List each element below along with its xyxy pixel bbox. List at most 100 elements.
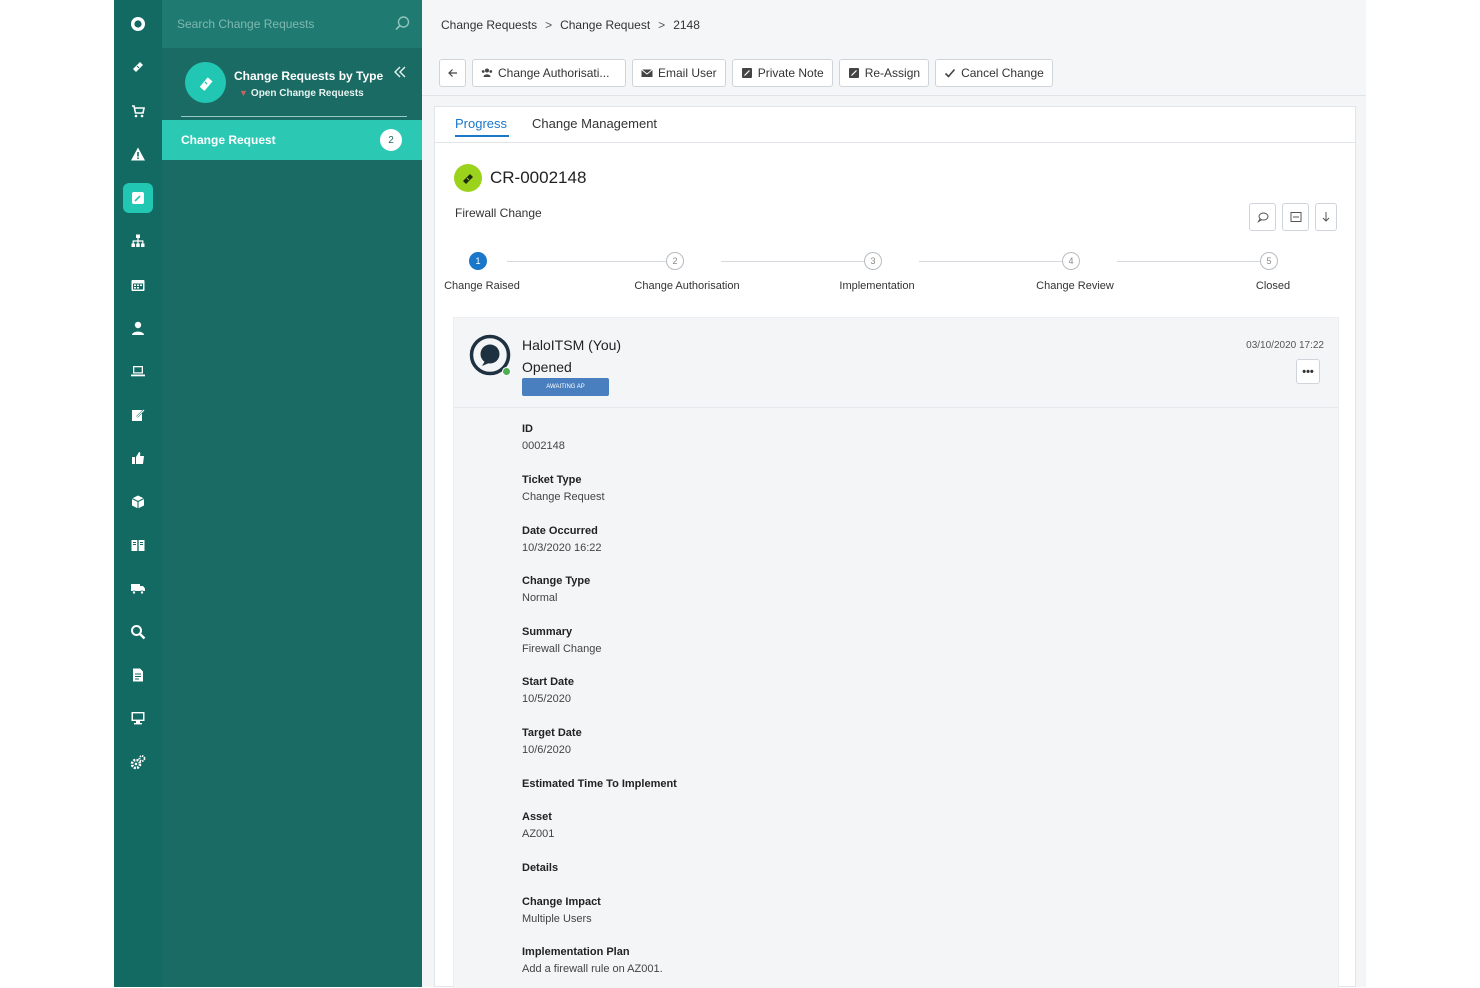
step-2-label: Change Authorisation — [634, 280, 740, 292]
step-connector — [919, 261, 1075, 262]
breadcrumb: Change Requests > Change Request >2148 — [441, 18, 700, 32]
change-request-icon[interactable] — [123, 183, 153, 213]
action-card: HaloITSM (You) Opened AWAITING AP 03/10/… — [453, 317, 1339, 988]
field-value: 0002148 — [522, 440, 565, 452]
change-authorisation-button[interactable]: Change Authorisati... — [472, 59, 626, 87]
step-5-label: Closed — [1255, 280, 1291, 292]
reassign-button[interactable]: Re-Assign — [838, 59, 930, 87]
monitor-icon[interactable] — [123, 703, 153, 733]
field-value: AZ001 — [522, 828, 555, 840]
field-label: Ticket Type — [522, 474, 582, 486]
ticket-panel: Progress Change Management CR-0002148 Fi… — [434, 106, 1356, 988]
private-note-label: Private Note — [757, 66, 824, 80]
email-user-button[interactable]: Email User — [632, 59, 726, 87]
sidebar-item-change-request[interactable]: Change Request 2 — [162, 120, 422, 160]
icon-rail — [114, 0, 162, 987]
thumbs-up-icon[interactable] — [123, 443, 153, 473]
comment-button[interactable] — [1249, 203, 1276, 231]
field-value: Change Request — [522, 491, 605, 503]
step-connector — [721, 261, 877, 262]
cancel-change-button[interactable]: Cancel Change — [935, 59, 1053, 87]
field-label: Implementation Plan — [522, 946, 630, 958]
private-note-button[interactable]: Private Note — [731, 59, 833, 87]
field-value: 10/5/2020 — [522, 693, 571, 705]
back-button[interactable] — [439, 59, 466, 87]
collapse-button[interactable] — [1282, 203, 1309, 231]
step-connector — [507, 261, 675, 262]
action-header: HaloITSM (You) Opened AWAITING AP 03/10/… — [454, 318, 1338, 408]
settings-icon[interactable] — [123, 747, 153, 777]
ticket-icon[interactable] — [123, 52, 153, 82]
change-authorisation-label: Change Authorisati... — [498, 66, 610, 80]
cart-icon[interactable] — [123, 96, 153, 126]
cancel-change-label: Cancel Change — [961, 66, 1044, 80]
warning-icon[interactable] — [123, 139, 153, 169]
field-start-date: Start Date 10/5/2020 — [522, 676, 574, 705]
action-type: Opened — [522, 359, 572, 375]
arrow-left-icon — [447, 69, 457, 77]
step-1-circle[interactable]: 1 — [469, 252, 487, 270]
more-options-button[interactable]: ••• — [1296, 359, 1320, 384]
breadcrumb-item-current: 2148 — [673, 18, 700, 32]
edit-icon[interactable] — [123, 400, 153, 430]
field-change-impact: Change Impact Multiple Users — [522, 896, 601, 925]
package-icon[interactable] — [123, 487, 153, 517]
field-value: Firewall Change — [522, 643, 602, 655]
step-5-circle[interactable]: 5 — [1260, 252, 1278, 270]
step-3-circle[interactable]: 3 — [864, 252, 882, 270]
collapse-icon — [1290, 212, 1301, 222]
truck-icon[interactable] — [123, 573, 153, 603]
step-2-circle[interactable]: 2 — [666, 252, 684, 270]
filter-icon: ▼ — [239, 88, 248, 98]
halo-logo-icon[interactable] — [123, 9, 153, 39]
arrow-down-icon — [1322, 212, 1330, 222]
step-4-label: Change Review — [1036, 280, 1114, 292]
filter-subtitle: ▼ Open Change Requests — [239, 88, 364, 99]
step-1-label: Change Raised — [444, 280, 520, 292]
step-4-circle[interactable]: 4 — [1062, 252, 1080, 270]
laptop-icon[interactable] — [123, 356, 153, 386]
filter-subtitle-text: Open Change Requests — [250, 88, 364, 99]
breadcrumb-separator: > — [658, 18, 666, 32]
field-label: Estimated Time To Implement — [522, 778, 677, 790]
field-label: Summary — [522, 626, 573, 638]
note-icon — [741, 68, 752, 78]
action-timestamp: 03/10/2020 17:22 — [1246, 340, 1324, 351]
speech-bubble-icon — [1256, 212, 1268, 223]
breadcrumb-item-change-request[interactable]: Change Request — [560, 18, 650, 32]
search-icon[interactable] — [394, 15, 411, 32]
status-badge: AWAITING AP — [522, 378, 609, 396]
search-input[interactable]: Search Change Requests — [177, 17, 314, 31]
field-estimated-time: Estimated Time To Implement — [522, 778, 677, 790]
field-label: Target Date — [522, 727, 582, 739]
calendar-icon[interactable] — [123, 270, 153, 300]
users-icon — [481, 68, 493, 77]
field-label: Change Impact — [522, 896, 601, 908]
online-status-dot — [502, 367, 511, 376]
tab-change-management[interactable]: Change Management — [532, 116, 657, 131]
search-icon[interactable] — [123, 617, 153, 647]
ticket-type-icon — [454, 164, 482, 192]
filter-selector[interactable]: Change Requests by Type ▼ Open Change Req… — [162, 48, 422, 120]
breadcrumb-item-change-requests[interactable]: Change Requests — [441, 18, 537, 32]
count-badge: 2 — [380, 129, 402, 151]
search-bar[interactable]: Search Change Requests — [162, 0, 422, 48]
document-icon[interactable] — [123, 660, 153, 690]
field-details: Details — [522, 862, 558, 874]
field-value: 10/6/2020 — [522, 744, 571, 756]
collapse-sidebar-icon[interactable] — [392, 64, 408, 80]
action-author: HaloITSM (You) — [522, 337, 622, 353]
sidebar: Search Change Requests Change Requests b… — [162, 0, 422, 987]
divider — [181, 116, 407, 117]
book-icon[interactable] — [123, 530, 153, 560]
breadcrumb-separator: > — [545, 18, 553, 32]
sort-button[interactable] — [1315, 203, 1337, 231]
field-id: ID 0002148 — [522, 423, 565, 452]
field-change-type: Change Type Normal — [522, 575, 590, 604]
tab-progress[interactable]: Progress — [455, 116, 507, 131]
field-label: Details — [522, 862, 559, 874]
org-chart-icon[interactable] — [123, 226, 153, 256]
field-summary: Summary Firewall Change — [522, 626, 601, 655]
ticket-type-icon — [185, 62, 226, 103]
user-icon[interactable] — [123, 313, 153, 343]
